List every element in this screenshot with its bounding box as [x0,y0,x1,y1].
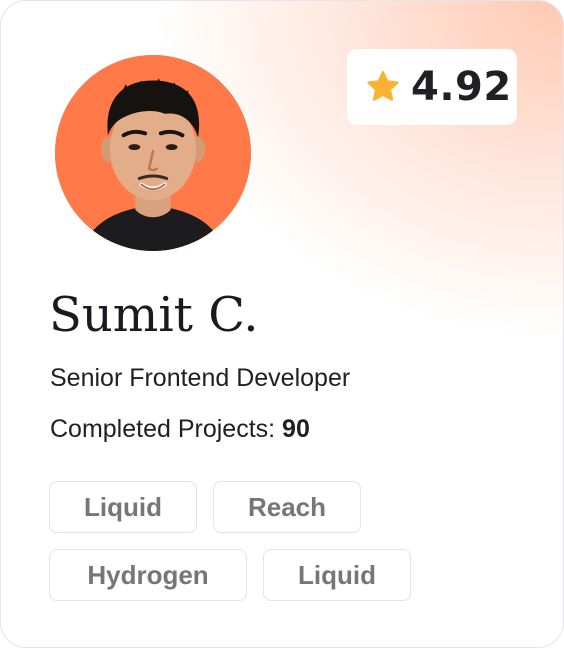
skill-tag: Liquid [263,549,411,601]
developer-name: Sumit C. [49,287,259,343]
developer-profile-card: 4.92 Sumit C. Senior Frontend Developer … [0,0,564,648]
star-icon [367,71,399,101]
skill-tag: Hydrogen [49,549,247,601]
skill-tag: Reach [213,481,361,533]
completed-projects: Completed Projects: 90 [50,414,310,444]
avatar-portrait [55,55,251,251]
avatar [53,53,253,253]
completed-projects-count: 90 [282,415,310,443]
rating-value: 4.92 [411,64,512,110]
developer-role: Senior Frontend Developer [50,364,351,392]
skill-tag: Liquid [49,481,197,533]
completed-projects-label: Completed Projects: [50,415,283,443]
rating-badge: 4.92 [347,49,517,125]
